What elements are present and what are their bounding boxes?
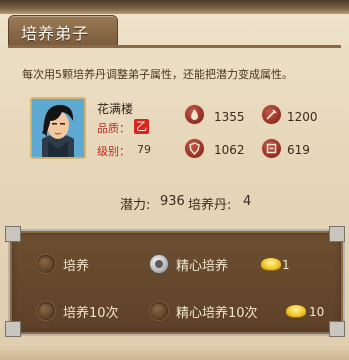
pill-label: 培养丹: (188, 198, 232, 213)
panel-corner (329, 226, 345, 242)
pill-count: 4 (243, 194, 252, 209)
radio-button[interactable] (37, 302, 55, 320)
disciple-portrait[interactable] (30, 97, 86, 159)
disciple-name: 花满楼 (97, 102, 134, 116)
internal-icon (262, 139, 281, 158)
gold-ingot-icon (261, 258, 281, 270)
title-divider (8, 45, 341, 48)
hp-value: 1355 (214, 110, 245, 124)
option-careful-train-10x[interactable]: 精心培养10次 (150, 300, 258, 322)
radio-button-selected[interactable] (150, 255, 168, 273)
radio-button[interactable] (37, 255, 55, 273)
internal-value: 619 (287, 143, 310, 157)
radio-button[interactable] (150, 302, 168, 320)
quality-badge: 乙 (134, 119, 149, 134)
option-cost: 10 (309, 305, 325, 319)
potential-value: 936 (160, 194, 185, 209)
top-decoration (0, 0, 349, 14)
attack-icon (262, 105, 281, 124)
panel-corner (329, 321, 345, 337)
option-train-10x[interactable]: 培养10次 (37, 300, 119, 322)
level-value: 79 (137, 143, 151, 156)
defense-icon (185, 139, 204, 158)
gold-ingot-icon (286, 305, 306, 317)
blood-icon (185, 105, 204, 124)
option-train[interactable]: 培养 (37, 253, 89, 275)
panel-corner (5, 226, 21, 242)
option-cost: 1 (282, 258, 290, 272)
option-label: 培养10次 (63, 305, 119, 321)
panel-corner (5, 321, 21, 337)
title-tab: 培养弟子 (8, 15, 118, 47)
quality-label: 品质： (97, 122, 130, 135)
attack-value: 1200 (287, 110, 318, 124)
defense-value: 1062 (214, 143, 245, 157)
potential-label: 潜力: (120, 198, 151, 213)
level-label: 级别： (97, 145, 130, 158)
bottom-bar (0, 344, 349, 360)
option-label: 精心培养10次 (176, 305, 258, 321)
train-disciple-page: 培养弟子 每次用5颗培养丹调整弟子属性，还能把潜力变成属性。 花满楼 品质： 乙… (0, 0, 349, 360)
option-label: 培养 (63, 258, 90, 274)
intro-text: 每次用5颗培养丹调整弟子属性，还能把潜力变成属性。 (22, 68, 293, 81)
option-label: 精心培养 (176, 258, 229, 274)
portrait-art (32, 99, 84, 157)
option-careful-train[interactable]: 精心培养 (150, 253, 228, 275)
page-title: 培养弟子 (21, 24, 90, 43)
